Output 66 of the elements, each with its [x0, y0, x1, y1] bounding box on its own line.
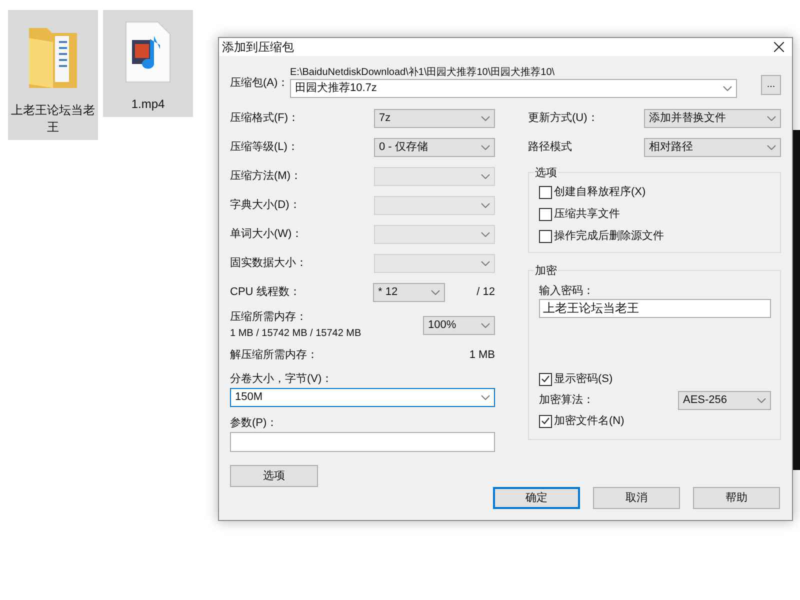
field-label: 固实数据大小：	[230, 256, 307, 272]
checkbox[interactable]	[539, 230, 552, 242]
dialog-button[interactable]: 取消	[593, 487, 680, 509]
field-label: CPU 线程数：	[230, 285, 302, 300]
field-label: 字典大小(D)：	[230, 198, 300, 214]
field-label: 参数(P)：	[230, 416, 279, 431]
checkbox-label: 压缩共享文件	[554, 206, 620, 222]
field-label: 压缩等级(L)：	[230, 140, 298, 156]
checkbox-label: 操作完成后删除源文件	[554, 228, 664, 244]
dropdown[interactable]: AES-256	[678, 390, 771, 410]
field-label: 单词大小(W)：	[230, 227, 303, 242]
options-button[interactable]: 选项	[230, 465, 318, 487]
desktop-icon[interactable]: 1.mp4	[103, 10, 193, 117]
chevron-down-icon	[481, 203, 490, 208]
chevron-down-icon	[481, 116, 490, 121]
checkbox-label: 创建自释放程序(X)	[554, 184, 646, 200]
checkbox-label: 加密文件名(N)	[554, 414, 624, 429]
dialog-button[interactable]: 确定	[493, 487, 580, 509]
chevron-down-icon	[481, 174, 490, 179]
chevron-down-icon	[481, 322, 490, 328]
browse-button[interactable]: ...	[761, 75, 781, 95]
checkbox[interactable]	[539, 208, 552, 220]
dropdown[interactable]: 100%	[423, 316, 495, 334]
archive-path: E:\BaiduNetdiskDownload\补1\田园犬推荐10\田园犬推荐10\	[290, 66, 556, 79]
parameters-field[interactable]	[230, 432, 495, 452]
field-label: 更新方式(U)：	[528, 110, 598, 126]
dialog-button[interactable]: 帮助	[693, 487, 780, 509]
checkbox[interactable]	[539, 372, 552, 386]
chevron-down-icon	[723, 86, 732, 91]
memory-value: 1 MB	[469, 348, 495, 363]
chevron-down-icon	[757, 398, 766, 402]
field-label: 压缩格式(F)：	[230, 110, 300, 126]
chevron-down-icon	[481, 261, 490, 266]
chevron-down-icon	[767, 116, 776, 121]
chevron-down-icon	[481, 232, 490, 237]
icon-label: 1.mp4	[130, 96, 166, 113]
archive-name-combo[interactable]: 田园犬推荐10.7z	[290, 79, 737, 98]
dropdown[interactable]: 150M	[230, 388, 495, 407]
dropdown[interactable]: * 12	[373, 283, 445, 302]
chevron-down-icon	[481, 145, 490, 150]
field-label: 输入密码：	[539, 284, 595, 299]
dropdown[interactable]: 相对路径	[644, 138, 781, 157]
dropdown[interactable]: 7z	[374, 109, 495, 128]
video-file-icon	[124, 20, 172, 84]
chevron-down-icon	[431, 290, 440, 295]
field-label: 压缩方法(M)：	[230, 168, 302, 184]
close-icon[interactable]	[774, 42, 784, 52]
icon-label: 上老王论坛当老王	[10, 102, 96, 136]
memory-detail: 1 MB / 15742 MB / 15742 MB	[230, 326, 362, 341]
chevron-down-icon	[481, 395, 490, 400]
password-field[interactable]: 上老王论坛当老王	[539, 299, 771, 318]
field-label: 路径模式	[528, 140, 572, 156]
window-title: 添加到压缩包	[222, 39, 294, 56]
checkbox[interactable]	[539, 186, 552, 198]
chevron-down-icon	[767, 145, 776, 150]
field-label: 压缩所需内存：	[230, 310, 308, 326]
checkbox[interactable]	[539, 414, 552, 428]
checkbox-label: 显示密码(S)	[554, 372, 613, 387]
desktop-icon[interactable]: 上老王论坛当老王	[8, 10, 98, 140]
field-label: 加密算法：	[539, 392, 594, 408]
field-label: 分卷大小，字节(V)：	[230, 372, 334, 387]
field-label: 解压缩所需内存：	[230, 348, 318, 363]
field-label: 压缩包(A)：	[230, 76, 288, 91]
cpu-total: / 12	[476, 285, 495, 300]
dropdown[interactable]: 0 - 仅存储	[374, 138, 495, 157]
dropdown[interactable]: 添加并替换文件	[644, 109, 781, 128]
